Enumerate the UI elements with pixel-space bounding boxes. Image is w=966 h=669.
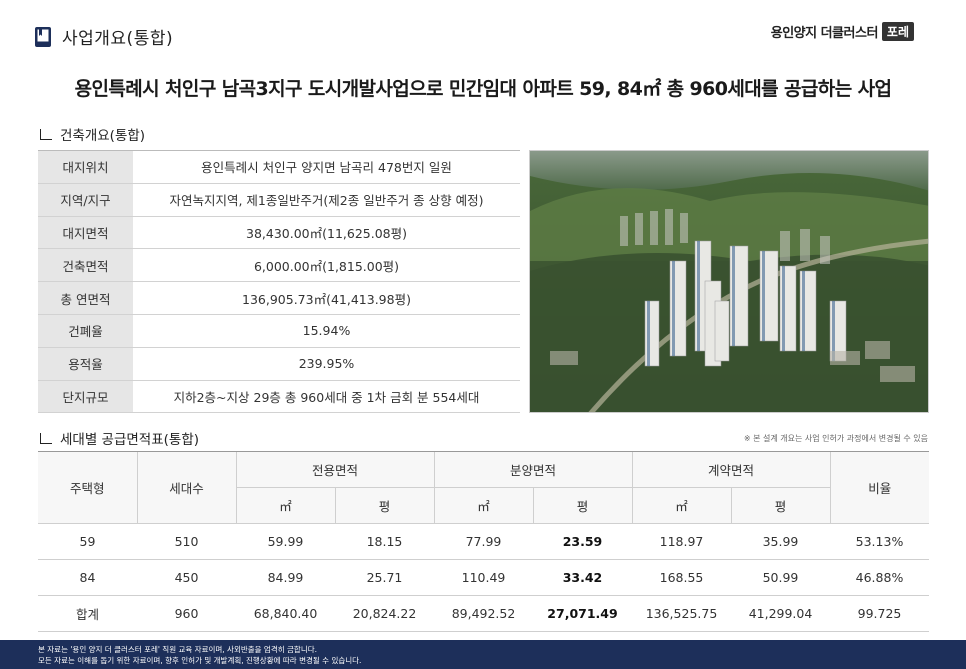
row-label: 용적율 (38, 347, 133, 381)
apartment-rendering-image (529, 150, 929, 413)
row-label: 건축면적 (38, 248, 133, 283)
bracket-icon (40, 432, 52, 444)
build-section-title: 건축개요(통합) (40, 124, 145, 144)
build-overview-table: 대지위치 용인특례시 처인구 양지면 남곡리 478번지 일원 지역/지구 자연녹지… (38, 150, 520, 414)
design-note: ※ 본 설계 개요는 사업 인허가 과정에서 변경될 수 있음 (743, 434, 928, 443)
row-value: 239.95% (133, 347, 520, 381)
table-row: 건폐율 15.94% (38, 314, 520, 348)
table-header-row: 주택형 세대수 전용면적 분양면적 계약면적 비율 (38, 451, 929, 524)
table-row: 용적율 239.95% (38, 347, 520, 381)
subheader-sqm: ㎡ (235, 487, 335, 524)
build-section-title-text: 건축개요(통합) (60, 128, 146, 144)
table-row-total: 합계 960 68,840.40 20,824.22 89,492.52 27,… (38, 595, 929, 632)
row-value: 136,905.73㎡(41,413.98평) (133, 281, 520, 315)
row-label: 단지규모 (38, 380, 133, 414)
cell-units: 510 (137, 523, 236, 560)
cell-ratio: 99.725 (830, 595, 929, 632)
table-row: 총 연면적 136,905.73㎡(41,413.98평) (38, 281, 520, 315)
table-row: 대지위치 용인특례시 처인구 양지면 남곡리 478번지 일원 (38, 150, 520, 184)
table-row: 59 510 59.99 18.15 77.99 23.59 118.97 35… (38, 523, 929, 560)
row-label: 건폐율 (38, 314, 133, 348)
cell-exclusive-pyeong: 20,824.22 (335, 595, 434, 632)
supply-area-table: 주택형 세대수 전용면적 분양면적 계약면적 비율 ㎡ 평 ㎡ 평 ㎡ 평 59… (38, 451, 929, 632)
cell-sale-sqm: 110.49 (434, 559, 533, 596)
headline: 용인특례시 처인구 남곡3지구 도시개발사업으로 민간임대 아파트 59, 84… (74, 78, 892, 100)
table-row: 84 450 84.99 25.71 110.49 33.42 168.55 5… (38, 559, 929, 596)
cell-ratio: 53.13% (830, 523, 929, 560)
header-sale-area: 분양면적 (433, 451, 632, 488)
header-contract-area: 계약면적 (631, 451, 830, 488)
row-value: 6,000.00㎡(1,815.00평) (133, 248, 520, 283)
row-value: 지하2층~지상 29층 총 960세대 중 1차 금회 분 554세대 (133, 380, 520, 414)
row-value: 용인특례시 처인구 양지면 남곡리 478번지 일원 (133, 150, 520, 184)
footer-line: 본 자료는 '용인 양지 더 클러스터 포레' 직원 교육 자료이며, 사외반출… (38, 645, 317, 654)
subheader-sqm: ㎡ (433, 487, 533, 524)
row-label: 지역/지구 (38, 183, 133, 217)
cell-contract-sqm: 168.55 (632, 559, 731, 596)
header-exclusive-area: 전용면적 (235, 451, 434, 488)
header-units: 세대수 (136, 451, 236, 524)
brand-badge: 포레 (881, 22, 914, 41)
book-icon (35, 26, 51, 47)
rendering-illustration (530, 151, 928, 412)
subheader-pyeong: 평 (532, 487, 632, 524)
row-label: 대지면적 (38, 216, 133, 250)
page-header: 사업개요(통합) (34, 24, 173, 49)
header-ratio: 비율 (829, 451, 929, 524)
cell-contract-pyeong: 35.99 (731, 523, 830, 560)
footer-disclaimer: 본 자료는 '용인 양지 더 클러스터 포레' 직원 교육 자료이며, 사외반출… (0, 640, 966, 669)
brand-name: 용인양지 더클러스터 (770, 26, 879, 41)
page-title: 사업개요(통합) (62, 29, 174, 49)
cell-type: 84 (38, 559, 137, 596)
cell-type: 59 (38, 523, 137, 560)
cell-units: 450 (137, 559, 236, 596)
cell-units: 960 (137, 595, 236, 632)
cell-contract-sqm: 118.97 (632, 523, 731, 560)
cell-contract-pyeong: 50.99 (731, 559, 830, 596)
brand-logo: 용인양지 더클러스터 포레 (771, 22, 914, 41)
area-section-title-text: 세대별 공급면적표(통합) (60, 432, 200, 448)
subheader-pyeong: 평 (730, 487, 830, 524)
row-value: 자연녹지지역, 제1종일반주거(제2종 일반주거 종 상향 예정) (133, 183, 520, 217)
row-label: 총 연면적 (38, 281, 133, 315)
cell-exclusive-sqm: 68,840.40 (236, 595, 335, 632)
cell-exclusive-pyeong: 18.15 (335, 523, 434, 560)
cell-sale-pyeong: 33.42 (533, 559, 632, 596)
subheader-pyeong: 평 (334, 487, 434, 524)
cell-type: 합계 (38, 595, 137, 632)
footer-line: 모든 자료는 이해를 돕기 위한 자료이며, 향후 인허가 및 개발계획, 진행… (38, 656, 362, 665)
cell-ratio: 46.88% (830, 559, 929, 596)
cell-exclusive-sqm: 59.99 (236, 523, 335, 560)
row-value: 15.94% (133, 314, 520, 348)
subheader-sqm: ㎡ (631, 487, 731, 524)
row-label: 대지위치 (38, 150, 133, 184)
cell-contract-pyeong: 41,299.04 (731, 595, 830, 632)
row-value: 38,430.00㎡(11,625.08평) (133, 216, 520, 250)
table-row: 대지면적 38,430.00㎡(11,625.08평) (38, 216, 520, 250)
header-type: 주택형 (38, 451, 137, 524)
cell-exclusive-pyeong: 25.71 (335, 559, 434, 596)
area-section-title: 세대별 공급면적표(통합) (40, 428, 199, 448)
cell-sale-pyeong: 23.59 (533, 523, 632, 560)
cell-contract-sqm: 136,525.75 (632, 595, 731, 632)
bracket-icon (40, 128, 52, 140)
table-row: 단지규모 지하2층~지상 29층 총 960세대 중 1차 금회 분 554세대 (38, 380, 520, 414)
cell-sale-sqm: 89,492.52 (434, 595, 533, 632)
cell-sale-pyeong: 27,071.49 (533, 595, 632, 632)
cell-exclusive-sqm: 84.99 (236, 559, 335, 596)
cell-sale-sqm: 77.99 (434, 523, 533, 560)
table-row: 건축면적 6,000.00㎡(1,815.00평) (38, 248, 520, 283)
table-row: 지역/지구 자연녹지지역, 제1종일반주거(제2종 일반주거 종 상향 예정) (38, 183, 520, 217)
